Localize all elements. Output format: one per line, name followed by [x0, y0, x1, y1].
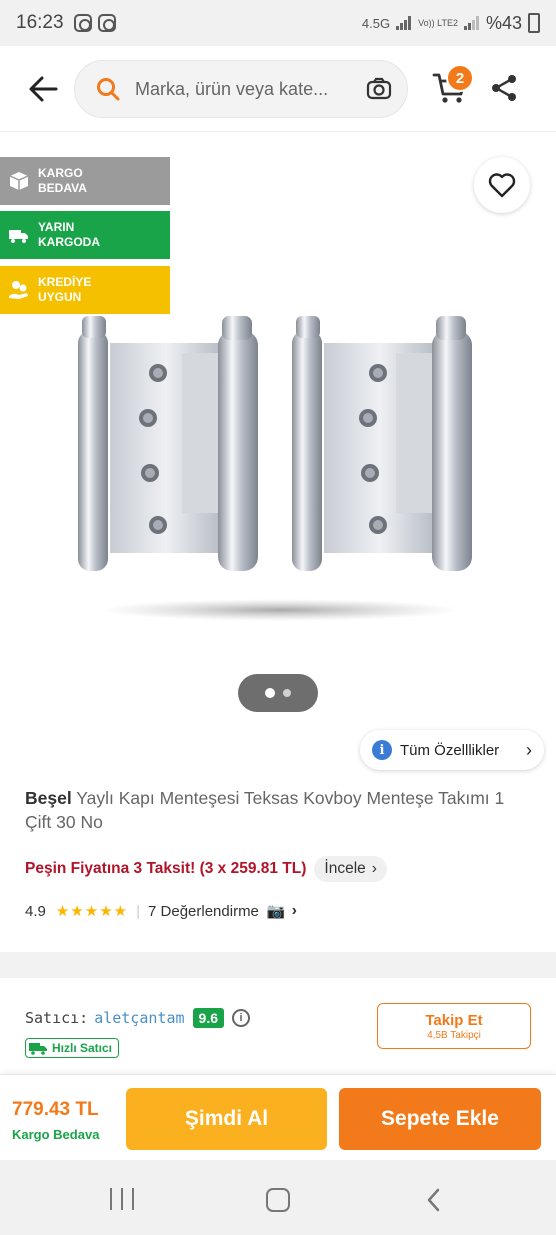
follower-count: 4,5B Takipçi [427, 1029, 481, 1041]
product-price: 779.43 TL [12, 1099, 99, 1120]
add-to-cart-button[interactable]: Sepete Ekle [339, 1088, 541, 1150]
star-rating-icon: ★★★★★ [55, 903, 129, 920]
share-icon[interactable] [490, 74, 518, 102]
seller-score-badge: 9.6 [192, 1008, 224, 1028]
product-title: Beşel Yaylı Kapı Menteşesi Teksas Kovboy… [25, 786, 535, 834]
badge-free-shipping: KARGO BEDAVA [0, 157, 170, 205]
badge-next-day: YARIN KARGODA [0, 211, 170, 259]
recent-apps-icon[interactable] [110, 1188, 134, 1210]
heart-icon [488, 173, 516, 198]
follow-seller-button[interactable]: Takip Et 4,5B Takipçi [377, 1003, 531, 1049]
camera-search-icon[interactable] [365, 75, 393, 103]
search-input[interactable] [135, 78, 331, 100]
pagination-dot-active[interactable] [265, 688, 275, 698]
status-time: 16:23 [16, 12, 64, 33]
divider: | [136, 902, 141, 920]
product-name: Yaylı Kapı Menteşesi Teksas Kovboy Mente… [25, 788, 505, 832]
section-divider [0, 952, 556, 978]
seller-name[interactable]: aletçantam [94, 1009, 184, 1027]
installment-info: Peşin Fiyatına 3 Taksit! (3 x 259.81 TL)… [25, 856, 387, 882]
installment-review-label: İncele [324, 860, 366, 877]
cart-count-badge: 2 [446, 64, 474, 92]
rating-value: 4.9 [25, 902, 46, 920]
bottom-buy-bar: 779.43 TL Kargo Bedava Şimdi Al Sepete E… [0, 1074, 556, 1160]
coins-hand-icon [9, 281, 28, 299]
status-right: 4.5G Vo)) LTE2 %43 [362, 13, 540, 34]
camera-icon: 📷 [266, 903, 286, 920]
chevron-right-icon: › [526, 739, 532, 760]
product-gallery[interactable]: KARGO BEDAVA YARIN KARGODA KREDİYE UYGUN [0, 133, 556, 723]
info-icon[interactable]: i [232, 1009, 250, 1027]
pagination-dot[interactable] [283, 689, 291, 697]
product-brand[interactable]: Beşel [25, 788, 72, 808]
badge-label: KARGO BEDAVA [38, 166, 87, 195]
box-icon [9, 172, 29, 190]
gallery-pagination[interactable] [238, 674, 318, 712]
seller-info: Satıcı: aletçantam 9.6 i [25, 1008, 250, 1028]
search-icon [97, 78, 120, 101]
review-count: 7 Değerlendirme [148, 902, 259, 920]
info-icon: i [372, 740, 392, 760]
home-icon[interactable] [266, 1188, 290, 1212]
status-notification-icons [73, 14, 116, 32]
system-nav-bar [0, 1160, 556, 1235]
instagram-icon [97, 14, 116, 32]
top-bar: 2 [0, 46, 556, 132]
all-specs-button[interactable]: i Tüm Özelllikler › [360, 730, 544, 770]
battery-level: %43 [485, 12, 522, 33]
volte-label: Vo)) LTE2 [418, 18, 458, 28]
network-type-label: 4.5G [361, 15, 391, 31]
rating-row[interactable]: 4.9 ★★★★★ | 7 Değerlendirme 📷 › [25, 902, 297, 920]
instagram-icon [73, 14, 92, 32]
search-bar[interactable] [74, 60, 408, 118]
battery-icon [528, 13, 540, 33]
signal-icon [396, 16, 412, 30]
seller-label: Satıcı: [25, 1009, 89, 1027]
favorite-button[interactable] [474, 157, 530, 213]
nav-back-icon[interactable] [424, 1188, 444, 1212]
truck-icon [9, 230, 28, 243]
badge-label: YARIN KARGODA [38, 220, 100, 249]
all-specs-label: Tüm Özelllikler [400, 741, 500, 759]
product-image[interactable] [70, 313, 490, 623]
chevron-right-icon: › [371, 860, 377, 877]
hinge-right [292, 316, 472, 571]
installment-text: Peşin Fiyatına 3 Taksit! (3 x 259.81 TL) [25, 860, 307, 877]
buy-now-button[interactable]: Şimdi Al [126, 1088, 327, 1150]
fast-seller-label: Hızlı Satıcı [52, 1041, 113, 1055]
chevron-right-icon: › [291, 902, 297, 919]
shipping-label: Kargo Bedava [12, 1127, 100, 1142]
fast-seller-badge: Hızlı Satıcı [25, 1038, 120, 1058]
signal-icon [463, 16, 479, 30]
hinge-left [78, 316, 258, 571]
back-arrow-icon[interactable] [26, 72, 60, 106]
follow-label: Takip Et [425, 1011, 483, 1029]
badge-credit: KREDİYE UYGUN [0, 266, 170, 314]
truck-icon [29, 1043, 47, 1055]
status-bar: 16:23 4.5G Vo)) LTE2 %43 [0, 0, 556, 46]
installment-review-button[interactable]: İncele › [314, 856, 387, 882]
badge-label: KREDİYE UYGUN [38, 275, 92, 304]
